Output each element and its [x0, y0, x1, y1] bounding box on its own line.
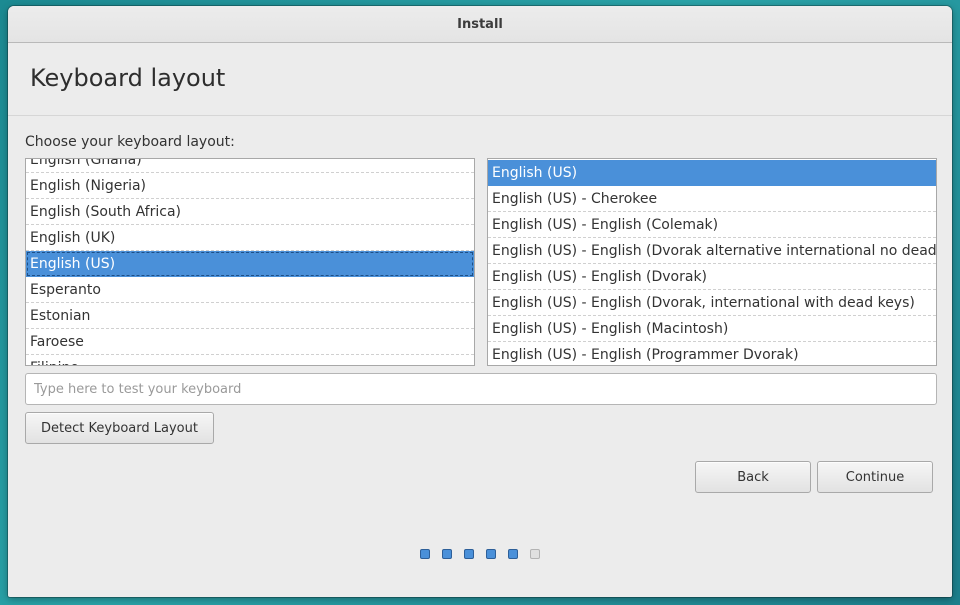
detect-keyboard-layout-button[interactable]: Detect Keyboard Layout: [25, 412, 214, 444]
variant-list-item[interactable]: English (US) - English (Programmer Dvora…: [488, 342, 936, 365]
progress-dot-complete: [464, 549, 474, 559]
layout-list-item[interactable]: Esperanto: [26, 277, 474, 303]
layout-list[interactable]: English (Ghana) English (Nigeria) English …: [25, 158, 475, 366]
progress-indicator: [420, 549, 540, 559]
layout-list-item[interactable]: Estonian: [26, 303, 474, 329]
progress-dot-complete: [442, 549, 452, 559]
installer-window: Install Keyboard layout Choose your keyb…: [8, 6, 952, 597]
layout-list-item[interactable]: English (Ghana): [26, 159, 474, 173]
window-title: Install: [457, 16, 503, 32]
variant-list-items: English (US) English (US) - Cherokee Engli…: [488, 160, 936, 365]
progress-dot-complete: [420, 549, 430, 559]
variant-list[interactable]: English (US) English (US) - Cherokee Engli…: [487, 158, 937, 366]
layout-list-item[interactable]: English (US): [26, 251, 474, 277]
layout-list-item[interactable]: English (Nigeria): [26, 173, 474, 199]
variant-list-item[interactable]: English (US): [488, 160, 936, 186]
variant-list-item[interactable]: English (US) - English (Colemak): [488, 212, 936, 238]
layout-list-item[interactable]: Faroese: [26, 329, 474, 355]
layout-list-item[interactable]: English (UK): [26, 225, 474, 251]
variant-list-item[interactable]: English (US) - English (Dvorak): [488, 264, 936, 290]
layout-list-item[interactable]: English (South Africa): [26, 199, 474, 225]
continue-button[interactable]: Continue: [817, 461, 933, 493]
layout-list-item[interactable]: Filipino: [26, 355, 474, 365]
layout-list-items: English (Ghana) English (Nigeria) English …: [26, 159, 474, 365]
back-button[interactable]: Back: [695, 461, 811, 493]
page-title: Keyboard layout: [30, 64, 226, 92]
variant-list-item[interactable]: English (US) - Cherokee: [488, 186, 936, 212]
variant-list-item[interactable]: English (US) - English (Dvorak alternati…: [488, 238, 936, 264]
progress-dot-complete: [486, 549, 496, 559]
progress-dot-pending: [530, 549, 540, 559]
progress-dot-complete: [508, 549, 518, 559]
variant-list-item[interactable]: English (US) - English (Dvorak, internat…: [488, 290, 936, 316]
variant-list-item[interactable]: English (US) - English (Macintosh): [488, 316, 936, 342]
layout-prompt-label: Choose your keyboard layout:: [25, 134, 235, 150]
title-bar[interactable]: Install: [8, 6, 952, 43]
keyboard-test-input[interactable]: [25, 373, 937, 405]
heading-divider: [8, 115, 952, 116]
